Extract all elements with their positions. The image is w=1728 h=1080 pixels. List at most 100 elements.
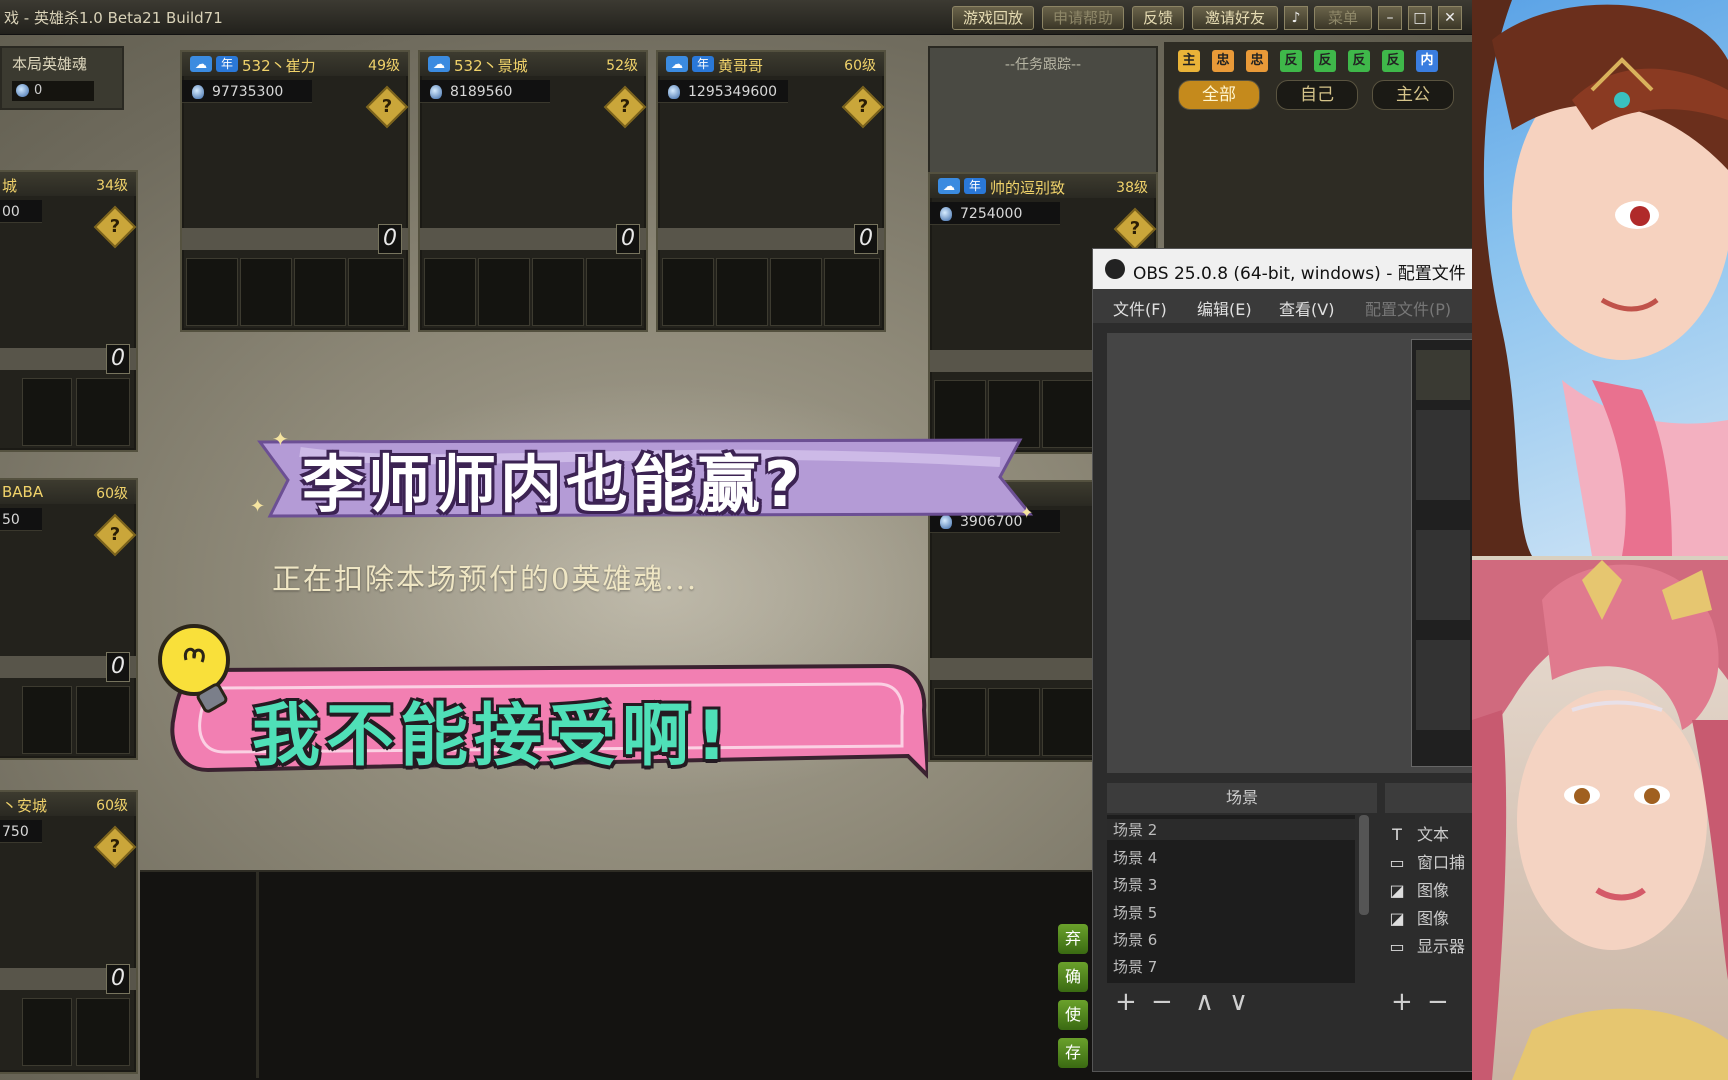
tab-all[interactable]: 全部 bbox=[1178, 80, 1260, 110]
equip-slot[interactable] bbox=[22, 998, 72, 1066]
role-tag-rebel[interactable]: 反 bbox=[1314, 50, 1336, 72]
unknown-role-icon[interactable]: ? bbox=[365, 85, 409, 129]
equip-slot[interactable] bbox=[186, 258, 238, 326]
sticker-caption: 我不能接受啊! bbox=[252, 697, 734, 776]
equip-slot[interactable] bbox=[1042, 380, 1094, 448]
tab-lord[interactable]: 主公 bbox=[1372, 80, 1454, 110]
discard-button[interactable]: 弃 bbox=[1058, 924, 1088, 954]
role-tag-rebel[interactable]: 反 bbox=[1382, 50, 1404, 72]
scene-item[interactable]: 场景 2 bbox=[1107, 819, 1355, 840]
equip-slot[interactable] bbox=[76, 378, 130, 446]
unknown-role-icon[interactable]: ? bbox=[841, 85, 885, 129]
player-seat-7[interactable]: 丶安城 60级 750 ? 0 bbox=[0, 790, 138, 1074]
role-tag-rebel[interactable]: 反 bbox=[1348, 50, 1370, 72]
role-tag-lord[interactable]: 主 bbox=[1178, 50, 1200, 72]
player-soul: 50 bbox=[2, 512, 20, 528]
menu-profile[interactable]: 配置文件(P) bbox=[1365, 296, 1451, 320]
equip-slot[interactable] bbox=[716, 258, 768, 326]
equip-slot[interactable] bbox=[348, 258, 404, 326]
source-label: 图像 bbox=[1417, 909, 1450, 928]
confirm-button[interactable]: 确 bbox=[1058, 962, 1088, 992]
scene-item[interactable]: 场景 3 bbox=[1113, 874, 1157, 895]
equip-slot[interactable] bbox=[1042, 688, 1094, 756]
equip-slot[interactable] bbox=[934, 688, 986, 756]
add-source-icon[interactable]: + bbox=[1391, 987, 1413, 1017]
thumb-block bbox=[1416, 640, 1470, 730]
player-seat-5[interactable]: 城 34级 00 ? 0 bbox=[0, 170, 138, 452]
sources-header bbox=[1385, 783, 1473, 813]
menu-view[interactable]: 查看(V) bbox=[1279, 296, 1334, 320]
hand-bar bbox=[658, 228, 884, 250]
equip-slot[interactable] bbox=[586, 258, 642, 326]
use-button[interactable]: 使 bbox=[1058, 1000, 1088, 1030]
role-tag-traitor[interactable]: 内 bbox=[1416, 50, 1438, 72]
replay-button[interactable]: 游戏回放 bbox=[952, 6, 1034, 30]
source-item[interactable]: ▭ 窗口捕 bbox=[1387, 849, 1465, 873]
feedback-button[interactable]: 反馈 bbox=[1132, 6, 1184, 30]
hero-soul-value: 0 bbox=[12, 81, 94, 101]
source-item[interactable]: ◪ 图像 bbox=[1387, 905, 1449, 929]
unknown-role-icon[interactable]: ? bbox=[93, 513, 137, 557]
move-up-icon[interactable]: ∧ bbox=[1195, 987, 1214, 1017]
equip-slot[interactable] bbox=[770, 258, 822, 326]
role-tag-loyal[interactable]: 忠 bbox=[1212, 50, 1234, 72]
role-tag-loyal[interactable]: 忠 bbox=[1246, 50, 1268, 72]
scenes-scrollbar[interactable] bbox=[1359, 815, 1369, 915]
obs-window: OBS 25.0.8 (64-bit, windows) - 配置文件 文件(F… bbox=[1092, 248, 1475, 1072]
sound-icon[interactable]: ♪ bbox=[1284, 6, 1308, 30]
source-item[interactable]: ▭ 显示器 bbox=[1387, 933, 1465, 957]
save-button[interactable]: 存 bbox=[1058, 1038, 1088, 1068]
equip-slot[interactable] bbox=[240, 258, 292, 326]
tab-self[interactable]: 自己 bbox=[1276, 80, 1358, 110]
close-icon[interactable]: ✕ bbox=[1438, 6, 1462, 30]
unknown-role-icon[interactable]: ? bbox=[93, 205, 137, 249]
invite-friends-button[interactable]: 邀请好友 bbox=[1192, 6, 1278, 30]
player-seat-1[interactable]: ☁ 年 532丶崔力 49级 97735300 ? 0 bbox=[180, 50, 410, 332]
player-seat-6[interactable]: BABA 60级 50 ? 0 bbox=[0, 478, 138, 760]
maximize-icon[interactable]: □ bbox=[1408, 6, 1432, 30]
vip-icon: ☁ bbox=[938, 178, 960, 194]
source-item[interactable]: T 文本 bbox=[1387, 821, 1449, 845]
scene-item[interactable]: 场景 7 bbox=[1113, 956, 1157, 977]
equip-slot[interactable] bbox=[662, 258, 714, 326]
sticker-title: 李师师内也能赢? bbox=[302, 448, 804, 521]
player-seat-2[interactable]: ☁ 532丶景城 52级 8189560 ? 0 bbox=[418, 50, 648, 332]
equip-slot[interactable] bbox=[988, 688, 1040, 756]
source-item[interactable]: ◪ 图像 bbox=[1387, 877, 1449, 901]
unknown-role-icon[interactable]: ? bbox=[1113, 207, 1157, 251]
hand-count: 0 bbox=[616, 224, 640, 254]
menu-button[interactable]: 菜单 bbox=[1314, 6, 1372, 30]
player-level: 60级 bbox=[844, 58, 876, 74]
minimize-icon[interactable]: – bbox=[1378, 6, 1402, 30]
add-scene-icon[interactable]: + bbox=[1115, 987, 1137, 1017]
scene-item[interactable]: 场景 4 bbox=[1113, 847, 1157, 868]
unknown-role-icon[interactable]: ? bbox=[93, 825, 137, 869]
equip-slot[interactable] bbox=[294, 258, 346, 326]
move-down-icon[interactable]: ∨ bbox=[1229, 987, 1248, 1017]
equip-slot[interactable] bbox=[76, 686, 130, 754]
remove-source-icon[interactable]: − bbox=[1427, 987, 1449, 1017]
hand-bar bbox=[420, 228, 646, 250]
equip-slot[interactable] bbox=[424, 258, 476, 326]
equip-slot[interactable] bbox=[76, 998, 130, 1066]
equip-slot[interactable] bbox=[532, 258, 584, 326]
hand-count: 0 bbox=[106, 652, 130, 682]
scene-item[interactable]: 场景 5 bbox=[1113, 902, 1157, 923]
unknown-role-icon[interactable]: ? bbox=[603, 85, 647, 129]
menu-file[interactable]: 文件(F) bbox=[1113, 296, 1167, 320]
hand-count: 0 bbox=[106, 344, 130, 374]
player-name: 532丶景城 bbox=[454, 57, 528, 75]
remove-scene-icon[interactable]: − bbox=[1151, 987, 1173, 1017]
equip-slot[interactable] bbox=[22, 378, 72, 446]
help-button[interactable]: 申请帮助 bbox=[1042, 6, 1124, 30]
scene-item[interactable]: 场景 6 bbox=[1113, 929, 1157, 950]
equip-slot[interactable] bbox=[22, 686, 72, 754]
player-seat-3[interactable]: ☁ 年 黄哥哥 60级 1295349600 ? 0 bbox=[656, 50, 886, 332]
equip-slot[interactable] bbox=[478, 258, 530, 326]
task-tracker: --任务跟踪-- bbox=[928, 46, 1158, 174]
vip-icon: ☁ bbox=[190, 56, 212, 72]
menu-edit[interactable]: 编辑(E) bbox=[1197, 296, 1252, 320]
scenes-header: 场景 bbox=[1107, 783, 1377, 813]
role-tag-rebel[interactable]: 反 bbox=[1280, 50, 1302, 72]
equip-slot[interactable] bbox=[824, 258, 880, 326]
